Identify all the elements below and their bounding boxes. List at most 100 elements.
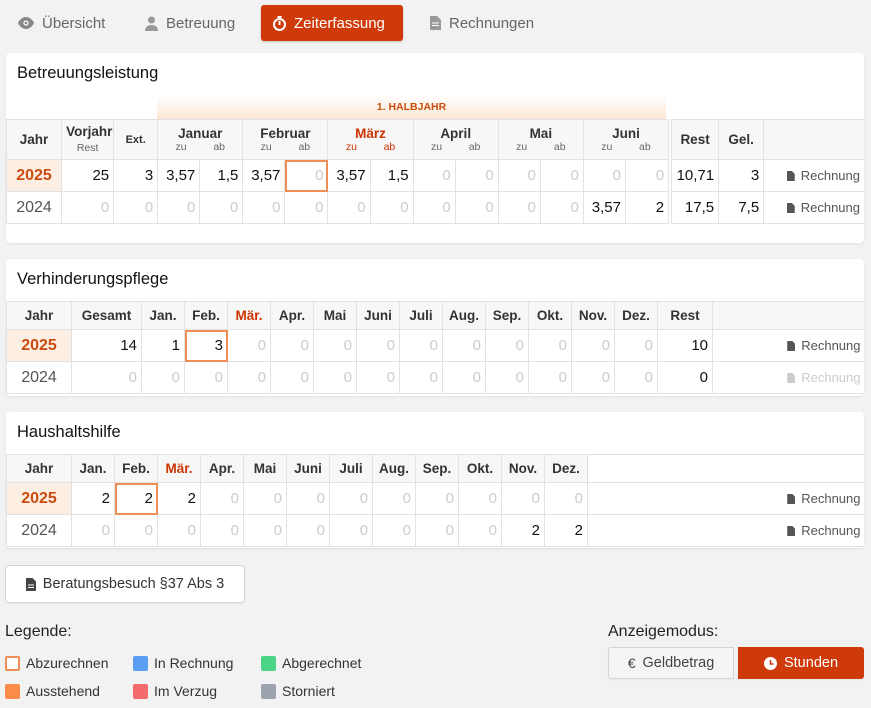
- hours-input[interactable]: 1,5: [369, 159, 414, 192]
- hours-input[interactable]: 0: [184, 361, 228, 394]
- hours-input[interactable]: 0: [356, 329, 400, 362]
- hours-input[interactable]: 0: [624, 159, 670, 192]
- hours-input[interactable]: 0: [270, 361, 314, 394]
- hours-input[interactable]: 2: [544, 514, 588, 547]
- hours-input[interactable]: 0: [243, 514, 287, 547]
- hours-input[interactable]: 0: [497, 191, 541, 224]
- hours-input[interactable]: 0: [458, 514, 502, 547]
- hours-input[interactable]: 0: [458, 482, 502, 515]
- hours-input[interactable]: 0: [454, 159, 499, 192]
- hours-input[interactable]: 1,5: [199, 159, 244, 192]
- hours-input[interactable]: 1: [141, 329, 185, 362]
- tab-label: Rechnungen: [449, 14, 535, 32]
- hours-input[interactable]: 0: [327, 191, 371, 224]
- gesamt-input[interactable]: 0: [71, 361, 142, 394]
- hours-input[interactable]: 2: [71, 482, 115, 515]
- hours-input[interactable]: 3,57: [582, 191, 626, 224]
- hours-input[interactable]: 0: [412, 191, 456, 224]
- hours-input[interactable]: 0: [227, 329, 271, 362]
- geldbetrag-button[interactable]: € Geldbetrag: [608, 647, 734, 679]
- hours-input[interactable]: 0: [442, 361, 486, 394]
- hours-input[interactable]: 0: [582, 159, 626, 192]
- hours-input[interactable]: 0: [372, 514, 416, 547]
- hours-input[interactable]: 0: [528, 361, 572, 394]
- hours-input[interactable]: 0: [114, 514, 158, 547]
- hours-input[interactable]: 0: [571, 329, 615, 362]
- hours-input[interactable]: 0: [313, 329, 357, 362]
- ext-input[interactable]: 3: [113, 159, 159, 192]
- hours-input[interactable]: 3,57: [242, 159, 286, 192]
- hours-input[interactable]: 0: [539, 159, 584, 192]
- hours-input[interactable]: 2: [624, 191, 670, 224]
- hours-input[interactable]: 0: [415, 482, 459, 515]
- hours-input[interactable]: 3,57: [157, 159, 201, 192]
- hours-input[interactable]: 0: [442, 329, 486, 362]
- stunden-button[interactable]: Stunden: [738, 647, 864, 679]
- hours-input[interactable]: 0: [372, 482, 416, 515]
- tab-betreuung[interactable]: Betreuung: [145, 5, 235, 41]
- hours-input[interactable]: 0: [286, 482, 330, 515]
- hours-input[interactable]: 0: [227, 361, 271, 394]
- hours-input[interactable]: 0: [329, 514, 373, 547]
- hours-input[interactable]: 0: [157, 191, 201, 224]
- hours-input[interactable]: 0: [157, 514, 201, 547]
- gesamt-input[interactable]: 14: [71, 329, 142, 362]
- hours-input[interactable]: 0: [356, 361, 400, 394]
- anzeigemodus-title: Anzeigemodus:: [608, 623, 719, 640]
- hours-input[interactable]: 0: [412, 159, 456, 192]
- hours-input[interactable]: 0: [454, 191, 499, 224]
- hours-input[interactable]: 0: [544, 482, 588, 515]
- beratungsbesuch-button[interactable]: Beratungsbesuch §37 Abs 3: [5, 565, 245, 603]
- hours-input[interactable]: 0: [399, 329, 443, 362]
- hours-input[interactable]: 0: [71, 514, 115, 547]
- hours-input[interactable]: 0: [284, 159, 329, 192]
- vorjahr-input[interactable]: 0: [61, 191, 115, 224]
- hours-input[interactable]: 0: [614, 329, 658, 362]
- hours-input[interactable]: 0: [415, 514, 459, 547]
- hours-input[interactable]: 0: [313, 361, 357, 394]
- hours-input[interactable]: 0: [369, 191, 414, 224]
- hours-input[interactable]: 0: [501, 482, 545, 515]
- rechnung-button[interactable]: Rechnung: [587, 482, 864, 515]
- hours-input[interactable]: 0: [497, 159, 541, 192]
- col-header: Juni: [286, 454, 330, 483]
- hours-input[interactable]: 2: [501, 514, 545, 547]
- hours-input[interactable]: 2: [157, 482, 201, 515]
- rest-value: 0: [657, 361, 713, 394]
- rechnung-button[interactable]: Rechnung: [763, 159, 864, 192]
- vorjahr-input[interactable]: 25: [61, 159, 115, 192]
- hours-input[interactable]: 0: [242, 191, 286, 224]
- rechnung-button[interactable]: Rechnung: [712, 329, 864, 362]
- hours-input[interactable]: 0: [286, 514, 330, 547]
- col-header: Sep.: [485, 301, 529, 330]
- hours-input[interactable]: 0: [141, 361, 185, 394]
- legend-swatch: [261, 683, 276, 699]
- hours-input[interactable]: 0: [329, 482, 373, 515]
- hours-input[interactable]: 0: [199, 191, 244, 224]
- hours-input[interactable]: 0: [614, 361, 658, 394]
- hours-input[interactable]: 3,57: [327, 159, 371, 192]
- legend-abzurechnen: Abzurechnen: [5, 655, 109, 671]
- rechnung-label: Rechnung: [801, 338, 861, 353]
- hours-input[interactable]: 0: [485, 361, 529, 394]
- hours-input[interactable]: 0: [528, 329, 572, 362]
- tab-uebersicht[interactable]: Übersicht: [18, 5, 105, 41]
- rechnung-button[interactable]: Rechnung: [587, 514, 864, 547]
- tab-zeiterfassung[interactable]: Zeiterfassung: [261, 5, 403, 41]
- hours-input[interactable]: 2: [114, 482, 158, 515]
- table-row: 2024 0 0 0 0 0 0 0 0 0 0 0 0 0 0 Rechnung: [6, 361, 864, 394]
- hours-input[interactable]: 3: [184, 329, 228, 362]
- hours-input[interactable]: 0: [539, 191, 584, 224]
- hours-input[interactable]: 0: [485, 329, 529, 362]
- hours-input[interactable]: 0: [571, 361, 615, 394]
- hours-input[interactable]: 0: [200, 482, 244, 515]
- tab-rechnungen[interactable]: Rechnungen: [430, 5, 534, 41]
- hours-input[interactable]: 0: [243, 482, 287, 515]
- rechnung-button[interactable]: Rechnung: [763, 191, 864, 224]
- hours-input[interactable]: 0: [399, 361, 443, 394]
- rechnung-button[interactable]: Rechnung: [712, 361, 864, 394]
- hours-input[interactable]: 0: [284, 191, 329, 224]
- hours-input[interactable]: 0: [270, 329, 314, 362]
- ext-input[interactable]: 0: [113, 191, 159, 224]
- hours-input[interactable]: 0: [200, 514, 244, 547]
